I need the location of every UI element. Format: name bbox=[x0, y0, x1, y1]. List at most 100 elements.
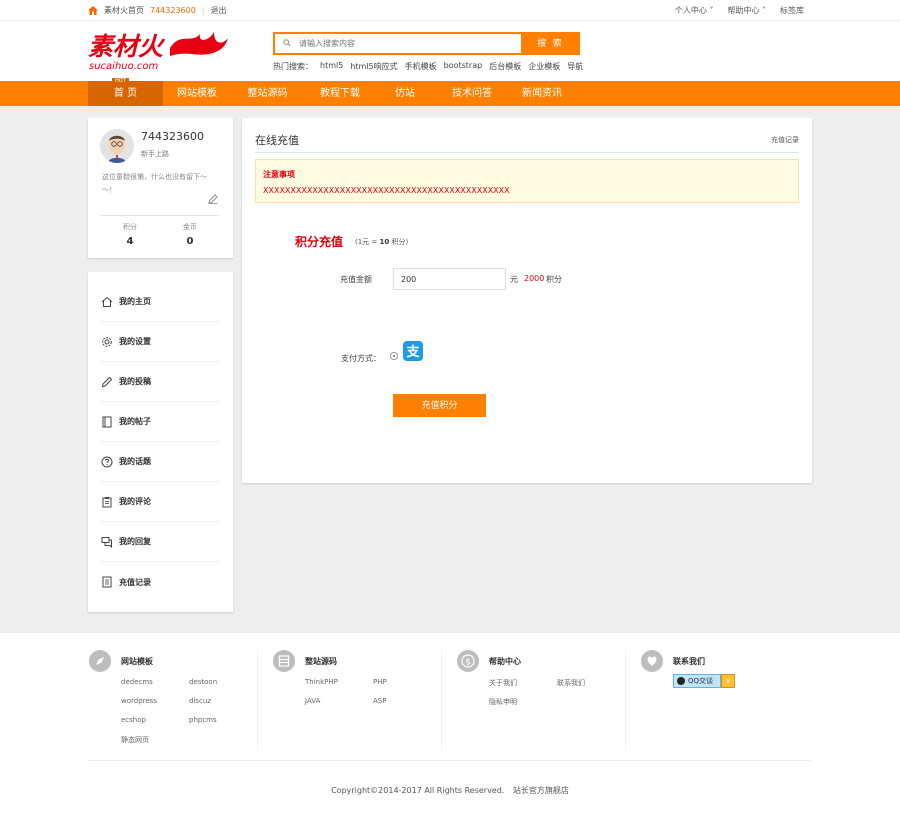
svg-text:$: $ bbox=[465, 658, 471, 668]
gear-icon bbox=[102, 336, 112, 347]
server-icon bbox=[273, 650, 295, 672]
alipay-radio[interactable] bbox=[390, 352, 398, 360]
footer-link[interactable]: destoon bbox=[189, 678, 217, 686]
points-value: 4 bbox=[126, 236, 134, 247]
sidebar-item-submissions[interactable]: 我的投稿 bbox=[100, 362, 219, 402]
username: 744323600 bbox=[141, 130, 204, 143]
avatar[interactable] bbox=[100, 129, 134, 163]
footer-link[interactable]: 静态网页 bbox=[121, 735, 149, 745]
recharge-panel: 在线充值 充值记录 注意事项 XXXXXXXXXXXXXXXXXXXXXXXXX… bbox=[242, 118, 812, 483]
home-icon[interactable] bbox=[88, 6, 98, 15]
amount-input[interactable] bbox=[393, 268, 506, 290]
logo-domain: sucaihuo.com bbox=[89, 61, 159, 72]
hot-search-term[interactable]: bootstrap bbox=[444, 61, 483, 72]
clipboard-icon bbox=[102, 496, 112, 507]
question-icon bbox=[101, 456, 113, 467]
footer-link[interactable]: discuz bbox=[189, 697, 211, 705]
footer-link[interactable]: ASP bbox=[373, 697, 386, 705]
sidebar-item-settings[interactable]: 我的设置 bbox=[100, 322, 219, 362]
chat-icon bbox=[101, 536, 112, 548]
footer-heading: 整站源码 bbox=[305, 657, 337, 666]
footer-link[interactable]: wordpress bbox=[121, 697, 157, 705]
footer-col-contact: 联系我们 QQ交谈 ∨ bbox=[641, 650, 801, 756]
site-logo[interactable]: 素材火 sucaihuo.com bbox=[88, 28, 228, 72]
home-link[interactable]: 素材火首页 bbox=[104, 5, 144, 16]
hot-search-term[interactable]: 导航 bbox=[567, 61, 583, 72]
chevron-down-icon: ˅ bbox=[706, 6, 714, 15]
sidebar-item-comments[interactable]: 我的评论 bbox=[100, 482, 219, 522]
nav-item-qa[interactable]: 技术问答 bbox=[434, 81, 510, 106]
divider bbox=[88, 760, 812, 761]
points-stat: 积分 4 bbox=[100, 222, 160, 247]
heart-icon bbox=[641, 650, 663, 672]
notice-text: XXXXXXXXXXXXXXXXXXXXXXXXXXXXXXXXXXXXXXXX… bbox=[263, 186, 510, 195]
yuan-unit: 元 bbox=[510, 275, 518, 284]
hot-search-term[interactable]: 手机模板 bbox=[405, 61, 437, 72]
sidebar-item-home[interactable]: 我的主页 bbox=[100, 282, 219, 322]
sidebar-item-replies[interactable]: 我的回复 bbox=[100, 522, 219, 562]
nav-item-source[interactable]: 整站源码 bbox=[231, 81, 304, 106]
footer-link[interactable]: 关于我们 bbox=[489, 678, 517, 688]
recharge-submit-button[interactable]: 充值积分 bbox=[393, 394, 486, 417]
footer-link[interactable]: dedecms bbox=[121, 678, 153, 686]
document-icon bbox=[102, 416, 112, 427]
tag-library-link[interactable]: 标签库 bbox=[780, 5, 804, 16]
nav-item-news[interactable]: 新闻资讯 bbox=[510, 81, 574, 106]
footer-col-help: $ 帮助中心 关于我们 联系我们 隐私申明 bbox=[457, 650, 617, 756]
sidebar-item-posts[interactable]: 我的帖子 bbox=[100, 402, 219, 442]
recharge-records-link[interactable]: 充值记录 bbox=[771, 135, 799, 145]
points-unit: 积分 bbox=[546, 275, 562, 284]
search-icon bbox=[283, 39, 291, 47]
divider bbox=[257, 650, 258, 750]
sidebar-item-label: 我的帖子 bbox=[119, 417, 151, 426]
footer-col-templates: 网站模板 dedecms destoon wordpress discuz ec… bbox=[89, 650, 249, 756]
user-id-link[interactable]: 744323600 bbox=[150, 6, 196, 15]
nav-item-clone[interactable]: 仿站 bbox=[376, 81, 434, 106]
chevron-down-icon: ∨ bbox=[721, 674, 735, 688]
footer-link[interactable]: PHP bbox=[373, 678, 387, 686]
qq-chat-button[interactable]: QQ交谈 ∨ bbox=[673, 674, 735, 688]
hot-search-term[interactable]: 后台模板 bbox=[489, 61, 521, 72]
logout-link[interactable]: 退出 bbox=[211, 5, 227, 16]
divider bbox=[625, 650, 626, 750]
hot-search-term[interactable]: 企业模板 bbox=[528, 61, 560, 72]
notice-title: 注意事项 bbox=[263, 170, 295, 179]
hot-search-term[interactable]: html5 bbox=[320, 61, 343, 72]
sidebar-item-label: 我的回复 bbox=[119, 537, 151, 546]
page-title: 在线充值 bbox=[255, 134, 299, 147]
avatar-icon bbox=[100, 129, 134, 163]
footer-link[interactable]: ecshop bbox=[121, 716, 146, 724]
store-link[interactable]: 站长官方旗舰店 bbox=[513, 786, 569, 795]
coins-label: 金币 bbox=[183, 223, 197, 231]
hot-search-term[interactable]: html5响应式 bbox=[350, 61, 397, 72]
footer-link[interactable]: 隐私申明 bbox=[489, 697, 517, 707]
top-bar-right: 个人中心 ˅ 帮助中心 ˅ 标签库 bbox=[675, 5, 804, 16]
sidebar-item-label: 我的评论 bbox=[119, 497, 151, 506]
footer-link[interactable]: phpcms bbox=[189, 716, 217, 724]
top-bar-left: 素材火首页 744323600 | 退出 bbox=[88, 5, 227, 16]
sidebar-item-label: 我的投稿 bbox=[119, 377, 151, 386]
nav-item-templates[interactable]: 网站模板 bbox=[163, 81, 231, 106]
user-center-menu[interactable]: 个人中心 ˅ bbox=[675, 5, 714, 16]
footer-link[interactable]: ThinkPHP bbox=[305, 678, 338, 686]
footer: 网站模板 dedecms destoon wordpress discuz ec… bbox=[0, 633, 900, 839]
help-center-menu[interactable]: 帮助中心 ˅ bbox=[727, 5, 766, 16]
footer-link[interactable]: JAVA bbox=[305, 697, 320, 705]
exchange-rate: (1元 = 10 积分) bbox=[355, 238, 409, 246]
footer-link[interactable]: 联系我们 bbox=[557, 678, 585, 688]
divider bbox=[255, 152, 799, 153]
copyright: Copyright©2014-2017 All Rights Reserved.… bbox=[331, 786, 569, 795]
sidebar-item-topics[interactable]: 我的话题 bbox=[100, 442, 219, 482]
top-bar: 素材火首页 744323600 | 退出 个人中心 ˅ 帮助中心 ˅ 标签库 bbox=[0, 0, 900, 21]
user-level: 新手上路 bbox=[141, 150, 169, 158]
search-input[interactable] bbox=[299, 34, 519, 53]
pencil-icon[interactable] bbox=[208, 194, 218, 204]
home-icon bbox=[101, 296, 113, 307]
alipay-icon[interactable]: 支 bbox=[403, 341, 423, 361]
compass-icon bbox=[89, 650, 111, 672]
amount-label: 充值金额 bbox=[340, 275, 372, 284]
search-button[interactable]: 搜 索 bbox=[521, 32, 580, 55]
search-box: 搜 索 bbox=[273, 32, 580, 55]
nav-item-tutorials[interactable]: 教程下载 bbox=[304, 81, 376, 106]
sidebar-item-recharge-records[interactable]: 充值记录 bbox=[100, 562, 219, 602]
